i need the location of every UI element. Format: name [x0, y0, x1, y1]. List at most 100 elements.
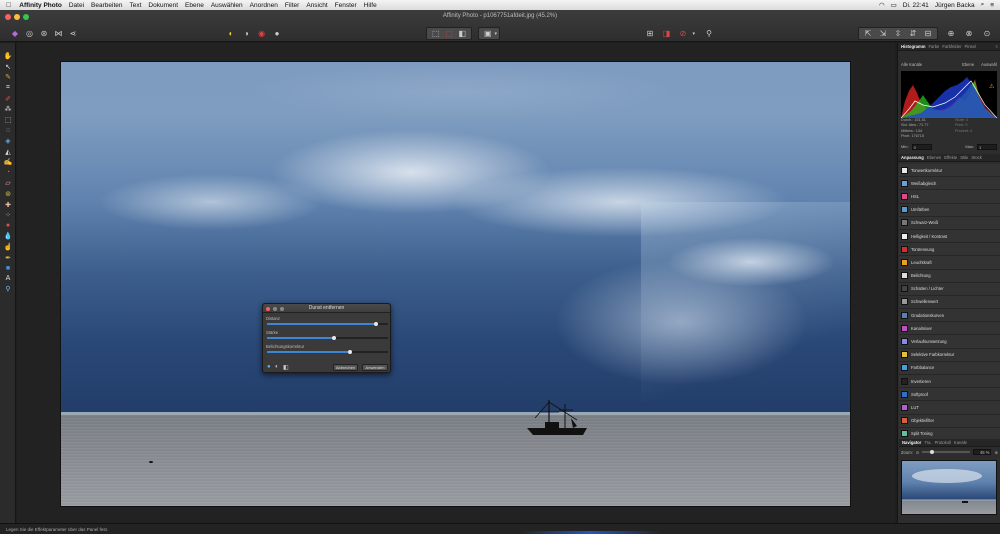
menu-app-name[interactable]: Affinity Photo	[19, 2, 62, 9]
zoom-slider[interactable]	[922, 449, 971, 454]
tab-stock[interactable]: Stock	[971, 155, 981, 160]
zoom-out-icon[interactable]: ⊖	[916, 450, 920, 455]
crop-tool-icon[interactable]: ⌗	[0, 83, 16, 94]
blur-tool-icon[interactable]: 💧	[0, 231, 16, 242]
color-picker-tool-icon[interactable]: ✎	[0, 72, 16, 83]
strength-slider[interactable]	[267, 335, 388, 340]
slider-knob[interactable]	[331, 335, 336, 340]
menu-text[interactable]: Text	[130, 2, 142, 9]
zoom-in-icon[interactable]: ⊕	[994, 450, 998, 455]
adjustment-item[interactable]: Farbbalance	[899, 361, 1000, 375]
slider-knob[interactable]	[348, 349, 353, 354]
chevron-down-icon[interactable]: ▾	[494, 31, 497, 37]
adjustment-item[interactable]: Belichtung	[899, 269, 1000, 283]
tab-swatches[interactable]: Farbfelder	[942, 44, 961, 49]
menu-layer[interactable]: Ebene	[185, 2, 204, 9]
share-icon[interactable]: ⋖	[66, 28, 80, 40]
view-tool-icon[interactable]: ✋	[0, 51, 16, 62]
menu-select[interactable]: Auswählen	[211, 2, 243, 9]
flood-select-tool-icon[interactable]: ⁂	[0, 104, 16, 115]
pen-tool-icon[interactable]: ✒	[0, 252, 16, 263]
adjustment-item[interactable]: Umfärben	[899, 203, 1000, 217]
healing-tool-icon[interactable]: ✚	[0, 199, 16, 210]
tab-adjustments[interactable]: Anpassung	[901, 155, 924, 160]
spotlight-icon[interactable]: ⌕	[981, 1, 985, 9]
adjustment-item[interactable]: Helligkeit / Kontrast	[899, 229, 1000, 244]
arrange-back-icon[interactable]: ⇱	[861, 28, 875, 40]
red-eye-tool-icon[interactable]: ●	[0, 221, 16, 232]
refine-icon[interactable]: ◧	[456, 28, 469, 40]
adjustment-item[interactable]: Schwellenwert	[899, 295, 1000, 310]
dodge-tool-icon[interactable]: ◔	[0, 168, 16, 179]
zoom-value-field[interactable]: 45 %	[973, 449, 992, 455]
marquee-icon[interactable]: ⬚	[429, 28, 442, 40]
menu-document[interactable]: Dokument	[148, 2, 178, 9]
tab-transform[interactable]: Tra.	[924, 440, 931, 445]
mirror-view-icon[interactable]: ⊘	[676, 28, 690, 40]
dialog-close-button[interactable]	[266, 306, 270, 311]
channel-dropdown[interactable]: Alle Kanäle	[901, 62, 962, 67]
apple-icon[interactable]: 	[6, 2, 11, 9]
menu-file[interactable]: Datei	[69, 2, 84, 9]
selection-brush-tool-icon[interactable]: ✐	[0, 93, 16, 104]
apply-button[interactable]: Anwenden	[362, 364, 388, 371]
erase-tool-icon[interactable]: ▱	[0, 178, 16, 189]
adjustment-item[interactable]: Schwarz-Weiß	[899, 216, 1000, 230]
adjustment-item[interactable]: Weißabgleich	[899, 177, 1000, 191]
wifi-icon[interactable]: ◠	[879, 1, 885, 9]
smudge-tool-icon[interactable]: ☝	[0, 242, 16, 253]
adjustment-item[interactable]: Invertieren	[899, 375, 1000, 389]
adjustment-item[interactable]: LUT	[899, 401, 1000, 415]
distance-slider[interactable]	[267, 321, 388, 326]
selection-option[interactable]: Auswahl	[981, 62, 997, 67]
insert-behind-icon[interactable]: ⊗	[962, 28, 976, 40]
tab-color[interactable]: Farbe	[928, 44, 939, 49]
clone-tool-icon[interactable]: ⊚	[0, 189, 16, 200]
merge-icon[interactable]: ●	[267, 364, 271, 370]
exposure-slider[interactable]	[267, 349, 388, 354]
rectangle-tool-icon[interactable]: ■	[0, 263, 16, 274]
adjustment-item[interactable]: Kanalmixer	[899, 322, 1000, 336]
adjustment-item[interactable]: Tontrennung	[899, 243, 1000, 257]
tab-brushes[interactable]: Pinsel	[964, 44, 975, 49]
flood-fill-tool-icon[interactable]: ◈	[0, 136, 16, 147]
liquify-persona-icon[interactable]: ◎	[23, 28, 37, 40]
min-field[interactable]: 0	[911, 143, 932, 150]
develop-persona-icon[interactable]: ⊛	[37, 28, 51, 40]
tab-layers[interactable]: Ebenen	[927, 155, 941, 160]
navigator-thumbnail[interactable]	[901, 460, 997, 515]
insert-top-icon[interactable]: ⊙	[980, 28, 994, 40]
zoom-slider-knob[interactable]	[930, 449, 935, 454]
photo-persona-icon[interactable]: ◆	[8, 28, 22, 40]
paint-brush-tool-icon[interactable]: ✍	[0, 157, 16, 168]
adjustment-item[interactable]: Selektive Farbkorrektur	[899, 348, 1000, 362]
quick-mask-icon[interactable]: ⬚	[442, 28, 455, 40]
menu-edit[interactable]: Bearbeiten	[91, 2, 122, 9]
adjustment-item[interactable]: Gradationskurven	[899, 309, 1000, 323]
chevron-down-icon[interactable]: ▾	[692, 31, 695, 37]
tab-channels[interactable]: Kanäle	[954, 440, 967, 445]
tab-history[interactable]: Protokoll	[935, 440, 951, 445]
layer-option[interactable]: Ebene	[962, 62, 974, 67]
dialog-zoom-button[interactable]	[280, 306, 284, 311]
adjustment-item[interactable]: Softproof	[899, 388, 1000, 402]
menu-help[interactable]: Hilfe	[364, 2, 377, 9]
split-view-icon[interactable]: ◨	[659, 28, 673, 40]
menu-filter[interactable]: Filter	[285, 2, 299, 9]
panel-menu-icon[interactable]: ≡	[996, 44, 998, 49]
split-compare-icon[interactable]: ◧	[283, 364, 289, 371]
arrange-forward-icon[interactable]: ⇲	[876, 28, 890, 40]
notification-center-icon[interactable]: ≡	[990, 2, 994, 9]
tab-navigator[interactable]: Navigator	[902, 440, 921, 445]
insert-inside-icon[interactable]: ⊕	[944, 28, 958, 40]
menubar-user[interactable]: Jürgen Backa	[935, 2, 975, 9]
menubar-clock[interactable]: Di. 22:41	[903, 2, 929, 9]
freehand-select-tool-icon[interactable]: ◌	[0, 125, 16, 136]
view-mode-icon[interactable]: ▣	[481, 28, 494, 40]
adjustment-item[interactable]: Tonwertkorrektur	[899, 164, 1000, 178]
move-tool-icon[interactable]: ↖	[0, 62, 16, 73]
dialog-title-bar[interactable]: Dunst entfernen	[263, 304, 390, 313]
auto-levels-icon[interactable]: ◐	[224, 28, 238, 40]
assistant-icon[interactable]: ⚲	[702, 28, 716, 40]
patch-tool-icon[interactable]: ⁘	[0, 210, 16, 221]
